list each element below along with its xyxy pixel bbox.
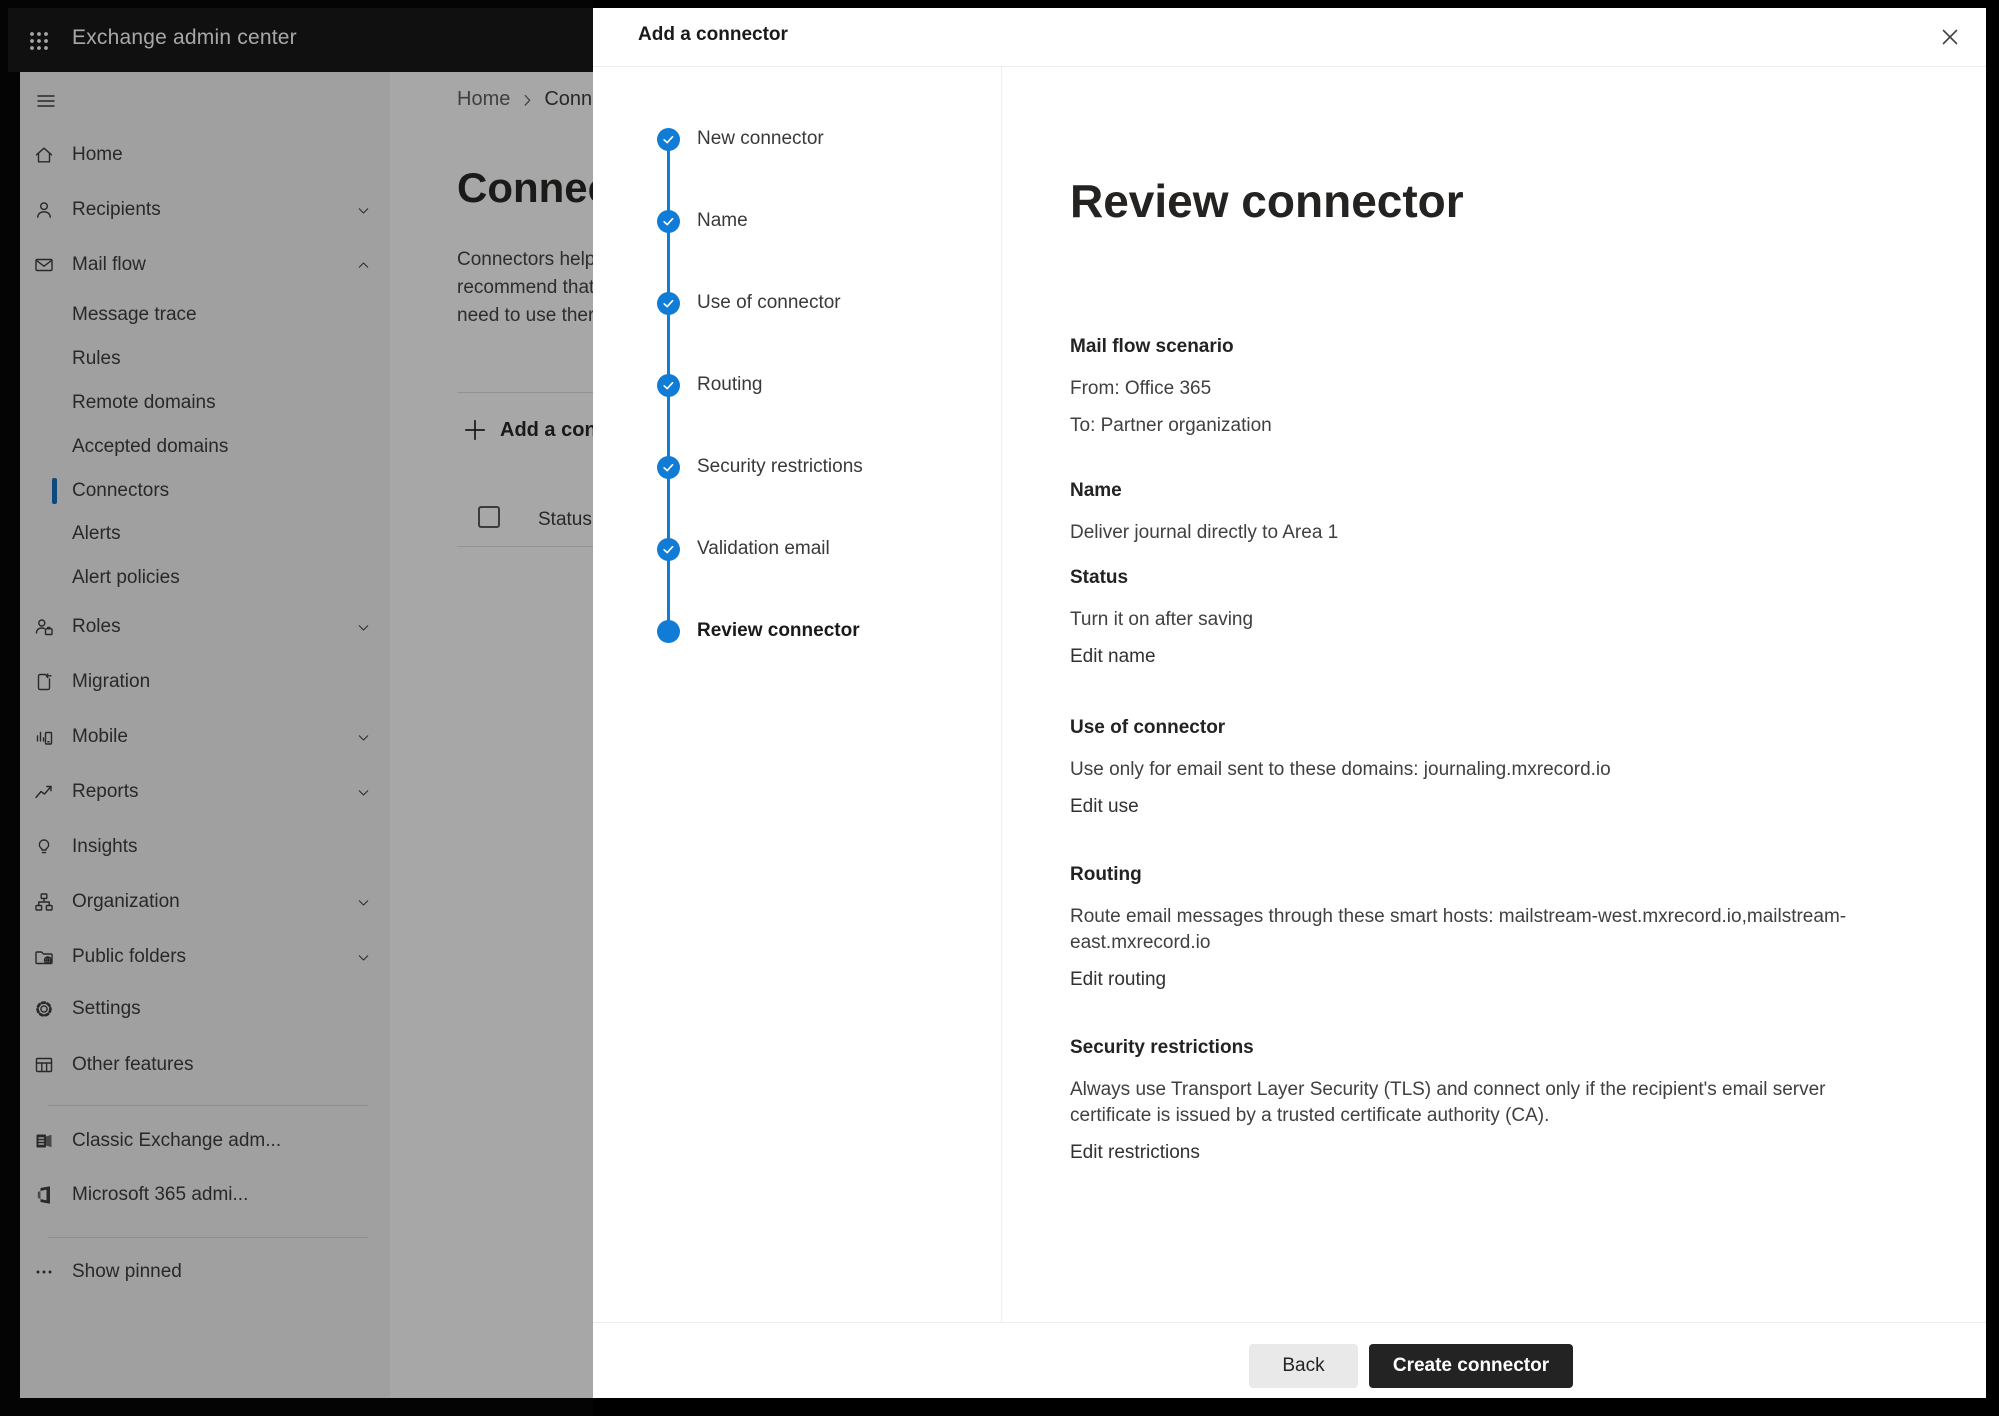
edit-name-link[interactable]: Edit name	[1070, 644, 1156, 670]
back-button[interactable]: Back	[1249, 1344, 1358, 1388]
section-line: Deliver journal directly to Area 1	[1070, 520, 1910, 546]
create-connector-button[interactable]: Create connector	[1369, 1344, 1573, 1388]
step-new-connector[interactable]: New connector	[593, 116, 1001, 162]
step-review-connector[interactable]: Review connector	[593, 608, 1001, 654]
modal-backdrop	[0, 0, 593, 1416]
step-use-of-connector[interactable]: Use of connector	[593, 280, 1001, 326]
step-label: Security restrictions	[697, 456, 863, 478]
step-routing[interactable]: Routing	[593, 362, 1001, 408]
step-label: Validation email	[697, 538, 830, 560]
step-completed-icon	[657, 292, 680, 315]
section-line: Turn it on after saving	[1070, 607, 1910, 633]
close-icon[interactable]	[1936, 23, 1964, 51]
edit-routing-link[interactable]: Edit routing	[1070, 967, 1166, 993]
wizard-header: Add a connector	[593, 8, 1986, 67]
section-heading: Routing	[1070, 862, 1910, 888]
step-label: Name	[697, 210, 748, 232]
step-completed-icon	[657, 456, 680, 479]
section-heading: Mail flow scenario	[1070, 334, 1910, 360]
review-section-routing: Routing Route email messages through the…	[1070, 862, 1910, 993]
section-line: To: Partner organization	[1070, 413, 1910, 439]
review-section-use-of-connector: Use of connector Use only for email sent…	[1070, 715, 1910, 820]
step-security-restrictions[interactable]: Security restrictions	[593, 444, 1001, 490]
step-validation-email[interactable]: Validation email	[593, 526, 1001, 572]
section-line: Route email messages through these smart…	[1070, 904, 1910, 956]
review-section-mail-flow-scenario: Mail flow scenario From: Office 365 To: …	[1070, 334, 1910, 450]
step-name[interactable]: Name	[593, 198, 1001, 244]
step-label: Review connector	[697, 620, 860, 642]
step-completed-icon	[657, 374, 680, 397]
step-label: Routing	[697, 374, 763, 396]
section-line: Use only for email sent to these domains…	[1070, 757, 1910, 783]
edit-restrictions-link[interactable]: Edit restrictions	[1070, 1140, 1200, 1166]
review-section-name: Name Deliver journal directly to Area 1	[1070, 478, 1910, 557]
screen: Exchange admin center Home Recipients Ma…	[0, 0, 1999, 1416]
section-heading: Status	[1070, 565, 1910, 591]
step-completed-icon	[657, 128, 680, 151]
add-connector-wizard: Add a connector New connector Name Use o…	[593, 8, 1986, 1398]
wizard-title: Add a connector	[638, 24, 788, 46]
wizard-stepper: New connector Name Use of connector Rout…	[593, 67, 1002, 1322]
section-heading: Security restrictions	[1070, 1035, 1910, 1061]
section-line: Always use Transport Layer Security (TLS…	[1070, 1077, 1910, 1129]
wizard-footer: Back Create connector	[593, 1322, 1986, 1398]
section-heading: Name	[1070, 478, 1910, 504]
review-section-status: Status Turn it on after saving Edit name	[1070, 565, 1910, 670]
section-line: From: Office 365	[1070, 376, 1910, 402]
review-section-security-restrictions: Security restrictions Always use Transpo…	[1070, 1035, 1910, 1166]
step-completed-icon	[657, 538, 680, 561]
review-heading: Review connector	[1070, 174, 1464, 228]
section-heading: Use of connector	[1070, 715, 1910, 741]
step-completed-icon	[657, 210, 680, 233]
step-label: Use of connector	[697, 292, 841, 314]
edit-use-link[interactable]: Edit use	[1070, 794, 1139, 820]
step-current-icon	[657, 620, 680, 643]
step-label: New connector	[697, 128, 824, 150]
